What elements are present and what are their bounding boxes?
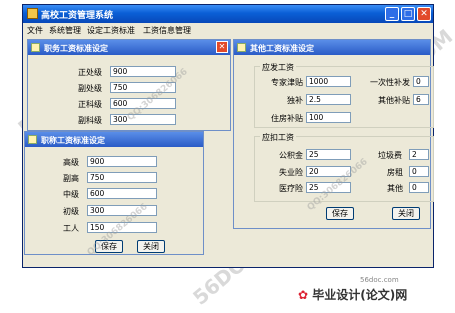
save-button[interactable]: 保存	[95, 240, 123, 253]
close-button[interactable]: 关闭	[137, 240, 165, 253]
menu-bar: 文件 系统管理 设定工资标准 工资信息管理	[23, 23, 433, 37]
duty-input-1[interactable]: 900	[110, 66, 176, 77]
menu-salary-info[interactable]: 工资信息管理	[143, 25, 191, 36]
title-label-3: 中级	[63, 190, 79, 199]
payable-input-4[interactable]: 0	[413, 76, 429, 87]
deduct-input-1[interactable]: 25	[306, 149, 351, 160]
title-window-title: 职称工资标准设定	[41, 136, 105, 145]
app-title: 高校工资管理系统	[41, 11, 114, 21]
main-title-bar: 高校工资管理系统 _ □ ✕	[23, 5, 433, 23]
payable-label-3: 住房补贴	[271, 114, 303, 123]
deduct-input-5[interactable]: 0	[409, 166, 429, 177]
payable-label-4: 一次性补发	[370, 78, 410, 87]
payable-input-1[interactable]: 1000	[306, 76, 351, 87]
app-icon	[27, 8, 38, 19]
other-window-title-bar: 其他工资标准设定	[234, 40, 430, 55]
duty-salary-window: 职务工资标准设定 ✕ 正处级 900 副处级 750 正科级 600 副科级 3…	[27, 39, 231, 131]
payable-group-label: 应发工资	[260, 62, 296, 73]
payable-label-5: 其他补贴	[378, 96, 410, 105]
title-input-4[interactable]: 300	[87, 205, 157, 216]
title-window-title-bar: 职称工资标准设定	[25, 132, 203, 147]
title-label-2: 副高	[63, 174, 79, 183]
deduct-input-6[interactable]: 0	[409, 182, 429, 193]
deduct-input-3[interactable]: 25	[306, 182, 351, 193]
duty-input-2[interactable]: 750	[110, 82, 176, 93]
deduct-label-3: 医疗险	[279, 184, 303, 193]
menu-file[interactable]: 文件	[27, 25, 43, 36]
deduct-label-6: 其他	[387, 184, 403, 193]
menu-set-salary-standard[interactable]: 设定工资标准	[87, 25, 135, 36]
menu-system[interactable]: 系统管理	[49, 25, 81, 36]
other-window-title: 其他工资标准设定	[250, 44, 314, 53]
duty-window-title-bar: 职务工资标准设定 ✕	[28, 40, 230, 55]
logo-text: 毕业设计(论文)网	[312, 288, 408, 302]
duty-label-1: 正处级	[78, 68, 102, 77]
title-salary-window: 职称工资标准设定 高级 900 副高 750 中级 600 初级 300 工人 …	[24, 131, 204, 255]
deduct-label-1: 公积金	[279, 151, 303, 160]
duty-input-4[interactable]: 300	[110, 114, 176, 125]
title-input-3[interactable]: 600	[87, 188, 157, 199]
maximize-button[interactable]: □	[401, 7, 415, 21]
payable-label-1: 专家津贴	[271, 78, 303, 87]
window-icon	[31, 43, 40, 52]
title-input-2[interactable]: 750	[87, 172, 157, 183]
deduct-label-5: 房租	[387, 168, 403, 177]
other-salary-window: 其他工资标准设定 应发工资 专家津贴 1000 独补 2.5 住房补贴 100 …	[233, 39, 434, 229]
duty-label-2: 副处级	[78, 84, 102, 93]
deduct-input-2[interactable]: 20	[306, 166, 351, 177]
close-button[interactable]: ✕	[417, 7, 431, 21]
duty-input-3[interactable]: 600	[110, 98, 176, 109]
title-input-1[interactable]: 900	[87, 156, 157, 167]
minimize-button[interactable]: _	[385, 7, 399, 21]
payable-input-5[interactable]: 6	[413, 94, 429, 105]
site-logo: ✿ 毕业设计(论文)网	[298, 286, 407, 303]
duty-label-3: 正科级	[78, 100, 102, 109]
payable-label-2: 独补	[287, 96, 303, 105]
duty-label-4: 副科级	[78, 116, 102, 125]
close-icon[interactable]: ✕	[216, 41, 228, 53]
title-label-5: 工人	[63, 224, 79, 233]
deduct-label-4: 垃圾费	[378, 151, 402, 160]
title-label-1: 高级	[63, 158, 79, 167]
site-url: 56doc.com	[360, 276, 399, 284]
close-button[interactable]: 关闭	[392, 207, 420, 220]
payable-input-3[interactable]: 100	[306, 112, 351, 123]
window-icon	[28, 135, 37, 144]
deduct-input-4[interactable]: 2	[409, 149, 429, 160]
window-icon	[237, 43, 246, 52]
deduct-group-label: 应扣工资	[260, 132, 296, 143]
title-input-5[interactable]: 150	[87, 222, 157, 233]
deduct-label-2: 失业险	[279, 168, 303, 177]
logo-mark-icon: ✿	[298, 288, 309, 302]
save-button[interactable]: 保存	[326, 207, 354, 220]
payable-input-2[interactable]: 2.5	[306, 94, 351, 105]
duty-window-title: 职务工资标准设定	[44, 44, 108, 53]
title-label-4: 初级	[63, 207, 79, 216]
